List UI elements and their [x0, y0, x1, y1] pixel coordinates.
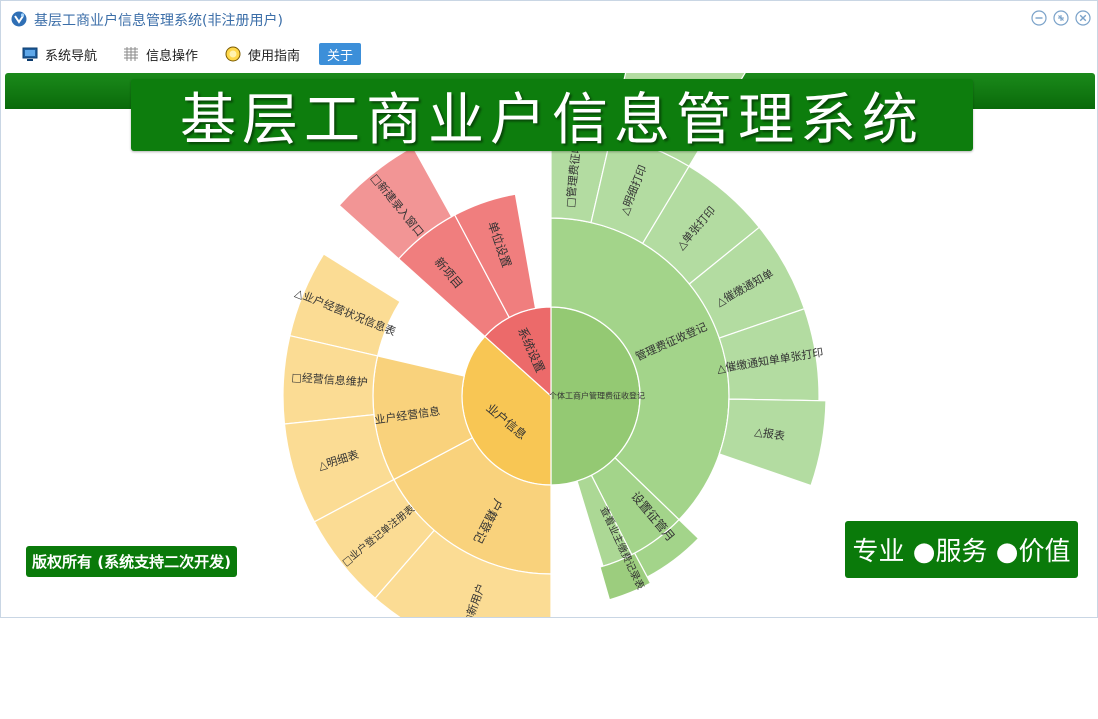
app-window: 基层工商业户信息管理系统(非注册用户) 系统导航 信息操作 使用指南 关于 个体… — [0, 0, 1098, 618]
monitor-icon — [22, 47, 38, 61]
minimize-button[interactable] — [1031, 10, 1047, 26]
menu-info-ops[interactable]: 信息操作 — [123, 43, 198, 65]
menu-user-guide-label: 使用指南 — [248, 48, 301, 64]
menu-system-nav-label: 系统导航 — [45, 48, 98, 64]
banner-title: 基层工商业户信息管理系统 — [180, 87, 924, 153]
menu-about[interactable]: 关于 — [319, 43, 362, 65]
sunburst-leaf-report-extend[interactable] — [718, 398, 827, 487]
maximize-button[interactable] — [1053, 10, 1069, 26]
menu-user-guide[interactable]: 使用指南 — [225, 43, 300, 65]
copyright-badge: 版权所有 (系统支持二次开发) — [26, 546, 237, 577]
menu-bar: 系统导航 信息操作 使用指南 关于 — [1, 39, 1097, 69]
menu-system-nav[interactable]: 系统导航 — [22, 43, 97, 65]
title-bar: 基层工商业户信息管理系统(非注册用户) — [1, 1, 1097, 37]
slogan-text: 专业 ●服务 ●价值 — [852, 537, 1071, 567]
slogan-badge: 专业 ●服务 ●价值 — [845, 521, 1078, 578]
close-button[interactable] — [1075, 10, 1091, 26]
grid-icon — [124, 47, 138, 61]
menu-info-ops-label: 信息操作 — [146, 48, 199, 64]
menu-about-label: 关于 — [327, 48, 354, 64]
label-fee-registration: 个体工商户管理费征收登记 — [549, 391, 645, 401]
home-canvas: 个体工商户管理费征收登记 业户信息 系统设置 管理费征收登记 设置征管月 查看业主缴费记录… — [3, 73, 1095, 617]
system-banner: 基层工商业户信息管理系统 — [131, 79, 973, 153]
lightbulb-icon — [225, 46, 241, 62]
copyright-text: 版权所有 (系统支持二次开发) — [32, 553, 231, 571]
app-logo-icon — [11, 11, 27, 27]
window-title: 基层工商业户信息管理系统(非注册用户) — [34, 13, 283, 29]
